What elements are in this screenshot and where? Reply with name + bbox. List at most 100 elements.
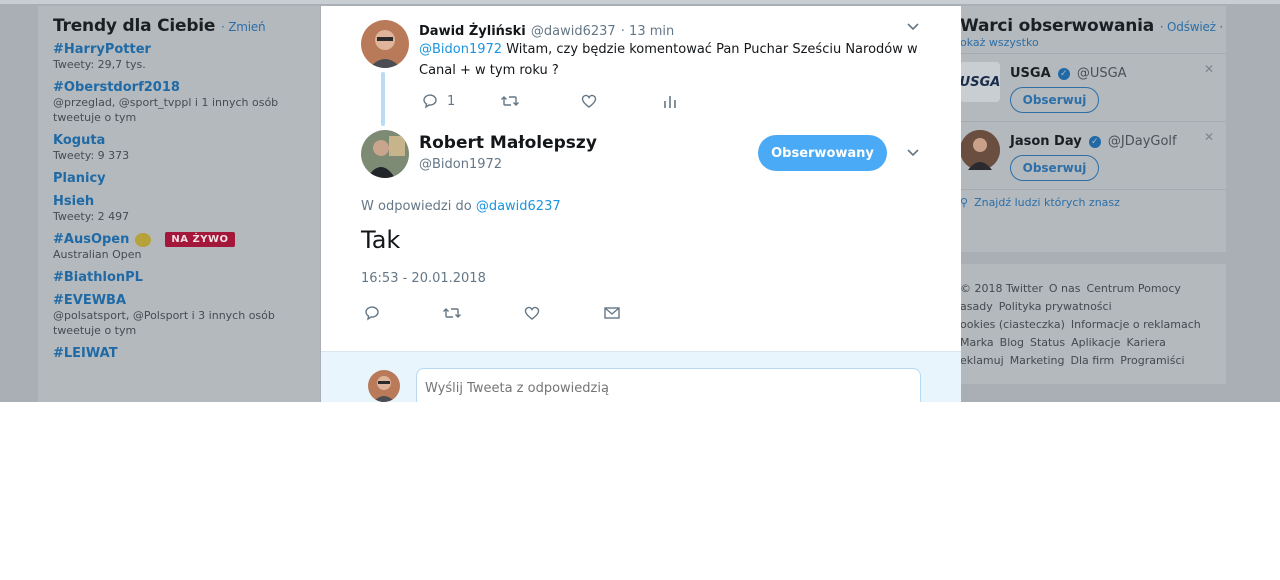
jason-day-avatar[interactable] xyxy=(960,130,1000,170)
reply-context: W odpowiedzi do @dawid6237 xyxy=(361,199,561,214)
footer-line: asady Polityka prywatności xyxy=(960,298,1226,316)
trend-tag[interactable]: #HarryPotter xyxy=(53,42,305,57)
trend-tag-row[interactable]: #AusOpen NA ŻYWO xyxy=(53,232,305,247)
footer-link[interactable]: Dla firm xyxy=(1071,354,1115,367)
footer-link[interactable]: Status xyxy=(1030,336,1065,349)
envelope-icon xyxy=(604,307,620,319)
trends-change-link[interactable]: · Zmień xyxy=(221,20,266,34)
main-tweet-text: Tak xyxy=(361,226,401,254)
show-all-link[interactable]: okaż wszystko xyxy=(960,36,1226,49)
footer-link[interactable]: Aplikacje xyxy=(1071,336,1120,349)
parent-tweet-line2: Canal + w tym roku ? xyxy=(419,63,559,78)
parent-tweet-menu-chevron-icon[interactable] xyxy=(906,20,920,37)
person-icon xyxy=(368,370,400,402)
footer-link[interactable]: Marka xyxy=(960,336,994,349)
who-title-text: Warci obserwowania xyxy=(960,16,1155,36)
reply-action[interactable]: 1 xyxy=(421,92,455,110)
parent-tweet-time[interactable]: · 13 min xyxy=(621,24,674,39)
footer-link[interactable]: Polityka prywatności xyxy=(999,300,1112,313)
follow-button[interactable]: Obserwuj xyxy=(1010,87,1099,113)
trend-tag[interactable]: #AusOpen xyxy=(53,232,129,247)
refresh-link[interactable]: · Odśwież · xyxy=(1160,20,1223,34)
like-action[interactable] xyxy=(580,92,598,110)
follow-button[interactable]: Obserwuj xyxy=(1010,155,1099,181)
main-author-handle[interactable]: @Bidon1972 xyxy=(419,157,597,172)
footer-link[interactable]: Marketing xyxy=(1010,354,1065,367)
reply-count: 1 xyxy=(447,93,456,109)
reply-to-link[interactable]: @dawid6237 xyxy=(476,199,561,214)
trend-meta: @polsatsport, @Polsport i 3 innych osób … xyxy=(53,309,275,337)
footer-link[interactable]: Kariera xyxy=(1126,336,1165,349)
suggestion-name-row: USGA ✓ @USGA xyxy=(1010,62,1127,81)
top-strip xyxy=(0,0,1280,4)
screenshot-area: Trendy dla Ciebie · Zmień #HarryPotter T… xyxy=(0,0,1280,402)
suggestion-handle: @USGA xyxy=(1076,66,1127,81)
trend-item[interactable]: Koguta Tweety: 9 373 xyxy=(53,133,305,163)
suggestion-body: USGA ✓ @USGA Obserwuj xyxy=(1010,62,1127,113)
reply-context-prefix: W odpowiedzi do xyxy=(361,199,472,214)
reply-input[interactable] xyxy=(416,368,921,402)
person-icon xyxy=(361,20,409,68)
dismiss-icon[interactable]: ✕ xyxy=(1204,130,1214,144)
reply-icon xyxy=(365,306,379,321)
trend-item[interactable]: #HarryPotter Tweety: 29,7 tys. xyxy=(53,42,305,72)
usga-logo-avatar[interactable]: USGA xyxy=(960,62,1000,102)
trend-tag[interactable]: Koguta xyxy=(53,133,305,148)
tweet-timestamp[interactable]: 16:53 - 20.01.2018 xyxy=(361,271,486,286)
footer-link[interactable]: Blog xyxy=(1000,336,1024,349)
trend-tag[interactable]: #Oberstdorf2018 xyxy=(53,80,305,95)
main-tweet-menu-chevron-icon[interactable] xyxy=(906,146,920,163)
mention-link[interactable]: @Bidon1972 xyxy=(419,42,502,57)
main-author-name[interactable]: Robert Małolepszy xyxy=(419,133,597,153)
person-icon xyxy=(361,130,409,178)
trend-item[interactable]: #Oberstdorf2018 @przeglad, @sport_tvppl … xyxy=(53,80,305,125)
retweet-action[interactable] xyxy=(500,92,520,110)
trend-item[interactable]: #EVEWBA @polsatsport, @Polsport i 3 inny… xyxy=(53,293,305,338)
footer-link[interactable]: eklamuj xyxy=(960,354,1004,367)
trend-item[interactable]: #BiathlonPL xyxy=(53,270,305,285)
parent-author-avatar[interactable] xyxy=(361,20,409,68)
trend-meta: Australian Open xyxy=(53,248,142,261)
verified-icon: ✓ xyxy=(1057,68,1070,80)
trend-tag[interactable]: #LEIWAT xyxy=(53,346,305,361)
footer-line: Marka Blog Status Aplikacje Kariera xyxy=(960,334,1226,352)
footer-link[interactable]: Centrum Pomocy xyxy=(1086,282,1180,295)
trend-item[interactable]: Hsieh Tweety: 2 497 xyxy=(53,194,305,224)
parent-tweet-text-part: Witam, czy będzie komentować Pan Puchar … xyxy=(502,42,918,57)
footer-link[interactable]: O nas xyxy=(1049,282,1081,295)
trend-tag[interactable]: Hsieh xyxy=(53,194,305,209)
find-people-link[interactable]: ⚲ Znajdź ludzi których znasz xyxy=(960,189,1226,215)
following-button[interactable]: Obserwowany xyxy=(758,135,887,171)
suggestion-body: Jason Day ✓ @JDayGolf Obserwuj xyxy=(1010,130,1177,181)
footer-link[interactable]: Programiści xyxy=(1120,354,1184,367)
analytics-action[interactable] xyxy=(662,92,678,110)
retweet-icon xyxy=(443,308,461,318)
trend-item[interactable]: Planicy xyxy=(53,171,305,186)
parent-author-handle[interactable]: @dawid6237 xyxy=(531,24,616,39)
usga-logo-text: USGA xyxy=(959,74,1001,90)
like-action[interactable] xyxy=(523,304,541,322)
trend-tag[interactable]: #EVEWBA xyxy=(53,293,305,308)
live-badge: NA ŻYWO xyxy=(165,232,235,247)
trend-item[interactable]: #LEIWAT xyxy=(53,346,305,361)
current-user-avatar xyxy=(368,370,400,402)
parent-author-name[interactable]: Dawid Żyliński xyxy=(419,24,526,39)
footer-link[interactable]: © 2018 Twitter xyxy=(960,282,1043,295)
suggestion-name[interactable]: Jason Day xyxy=(1010,134,1082,149)
trend-tag[interactable]: #BiathlonPL xyxy=(53,270,305,285)
suggestion-jason-day: Jason Day ✓ @JDayGolf Obserwuj ✕ xyxy=(960,121,1226,189)
retweet-icon xyxy=(501,96,519,106)
trend-item[interactable]: #AusOpen NA ŻYWO Australian Open xyxy=(53,232,305,262)
main-author-avatar[interactable] xyxy=(361,130,409,178)
dismiss-icon[interactable]: ✕ xyxy=(1204,62,1214,76)
retweet-action[interactable] xyxy=(442,304,462,322)
footer-link[interactable]: asady xyxy=(960,300,993,313)
trend-tag[interactable]: Planicy xyxy=(53,171,305,186)
trends-panel: Trendy dla Ciebie · Zmień #HarryPotter T… xyxy=(38,6,320,402)
parent-tweet-header: Dawid Żyliński @dawid6237 · 13 min xyxy=(419,20,674,39)
footer-link[interactable]: Informacje o reklamach xyxy=(1071,318,1201,331)
reply-action[interactable] xyxy=(363,304,381,322)
footer-link[interactable]: ookies (ciasteczka) xyxy=(960,318,1065,331)
suggestion-name[interactable]: USGA xyxy=(1010,66,1051,81)
direct-message-action[interactable] xyxy=(603,304,621,322)
